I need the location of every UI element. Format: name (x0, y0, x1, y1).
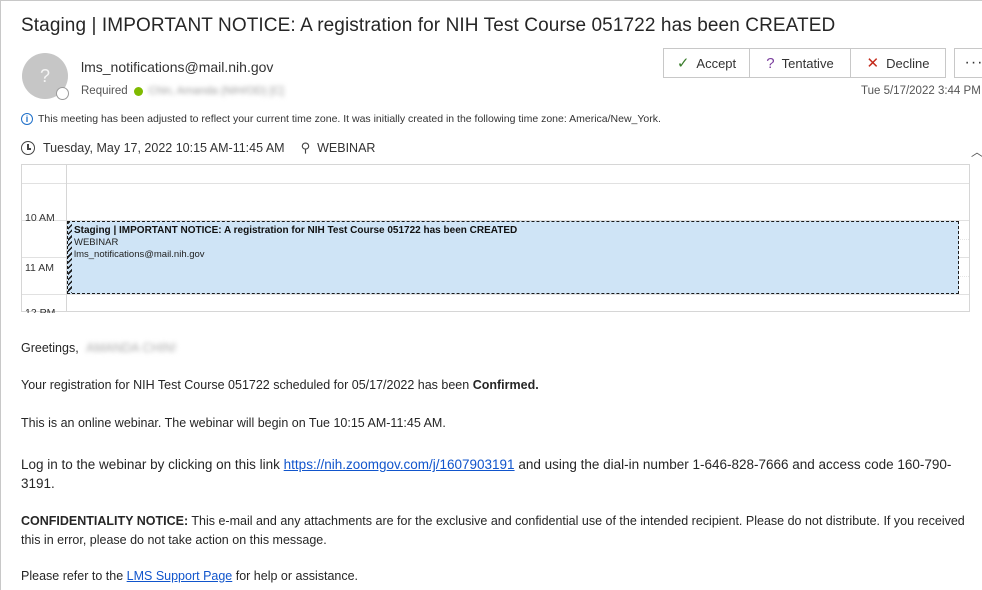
tentative-stripe (68, 222, 72, 293)
more-actions-icon: ··· (964, 54, 982, 71)
location-pin-icon: ⚲ (300, 140, 311, 155)
accept-button[interactable]: ✓ Accept (663, 48, 750, 78)
reading-pane: Staging | IMPORTANT NOTICE: A registrati… (0, 0, 982, 590)
sent-timestamp: Tue 5/17/2022 3:44 PM (861, 85, 981, 97)
greeting-name: AMANDA CHIN! (86, 341, 177, 355)
meeting-time: Tuesday, May 17, 2022 10:15 AM-11:45 AM (43, 141, 285, 155)
more-actions-button[interactable]: ··· (954, 48, 982, 78)
confirmation-paragraph: Your registration for NIH Test Course 05… (21, 378, 539, 392)
event-location: WEBINAR (74, 237, 119, 248)
checkmark-icon: ✓ (676, 55, 690, 72)
login-paragraph: Log in to the webinar by clicking on thi… (21, 455, 971, 493)
hour-label-11am: 11 AM (25, 262, 54, 274)
calendar-event-block[interactable]: Staging | IMPORTANT NOTICE: A registrati… (67, 221, 959, 294)
clock-icon (21, 141, 35, 155)
timezone-notice: i This meeting has been adjusted to refl… (21, 113, 661, 125)
webinar-link[interactable]: https://nih.zoomgov.com/j/1607903191 (284, 457, 515, 472)
calendar-gridline (22, 294, 969, 295)
support-paragraph: Please refer to the LMS Support Page for… (21, 569, 358, 583)
required-attendees: Required Chin, Amanda (NIH/OD) [C] (81, 85, 284, 97)
greeting-line: Greetings, AMANDA CHIN! (21, 341, 176, 355)
greeting-text: Greetings, (21, 341, 79, 355)
message-subject: Staging | IMPORTANT NOTICE: A registrati… (21, 15, 836, 36)
event-title: Staging | IMPORTANT NOTICE: A registrati… (74, 225, 518, 236)
confirmation-text: Your registration for NIH Test Course 05… (21, 378, 470, 392)
decline-button[interactable]: ✕ Decline (851, 48, 946, 78)
accept-label: Accept (696, 55, 737, 71)
required-attendee-name[interactable]: Chin, Amanda (NIH/OD) [C] (149, 85, 284, 97)
meeting-location: WEBINAR (317, 141, 376, 155)
presence-status-icon (56, 87, 69, 100)
meeting-details: Tuesday, May 17, 2022 10:15 AM-11:45 AM … (21, 140, 375, 156)
info-icon: i (21, 113, 33, 125)
x-icon: ✕ (866, 55, 880, 72)
lms-support-link[interactable]: LMS Support Page (127, 569, 233, 583)
decline-label: Decline (886, 55, 930, 71)
event-organizer: lms_notifications@mail.nih.gov (74, 249, 205, 260)
tentative-button[interactable]: ? Tentative (750, 48, 851, 78)
login-text: Log in to the webinar by clicking on thi… (21, 457, 280, 472)
confirmation-status: Confirmed. (472, 378, 539, 392)
hour-label-10am: 10 AM (25, 212, 55, 224)
calendar-gridline (22, 183, 969, 184)
attendee-presence-icon (133, 86, 143, 96)
question-mark-icon: ? (766, 54, 775, 72)
support-text: Please refer to the (21, 569, 124, 583)
chevron-up-icon[interactable]: ︿ (971, 143, 982, 160)
confidentiality-paragraph: CONFIDENTIALITY NOTICE: This e-mail and … (21, 512, 971, 550)
sender-address[interactable]: lms_notifications@mail.nih.gov (81, 59, 273, 75)
timezone-notice-text: This meeting has been adjusted to reflec… (38, 113, 661, 125)
confidentiality-heading: CONFIDENTIALITY NOTICE: (21, 514, 189, 528)
calendar-preview: 10 AM 11 AM 12 PM Staging | IMPORTANT NO… (21, 164, 970, 313)
support-suffix: for help or assistance. (235, 569, 359, 583)
webinar-info-paragraph: This is an online webinar. The webinar w… (21, 416, 446, 430)
required-label: Required (81, 85, 128, 97)
hour-label-12pm: 12 PM (25, 307, 56, 313)
tentative-label: Tentative (781, 55, 834, 71)
